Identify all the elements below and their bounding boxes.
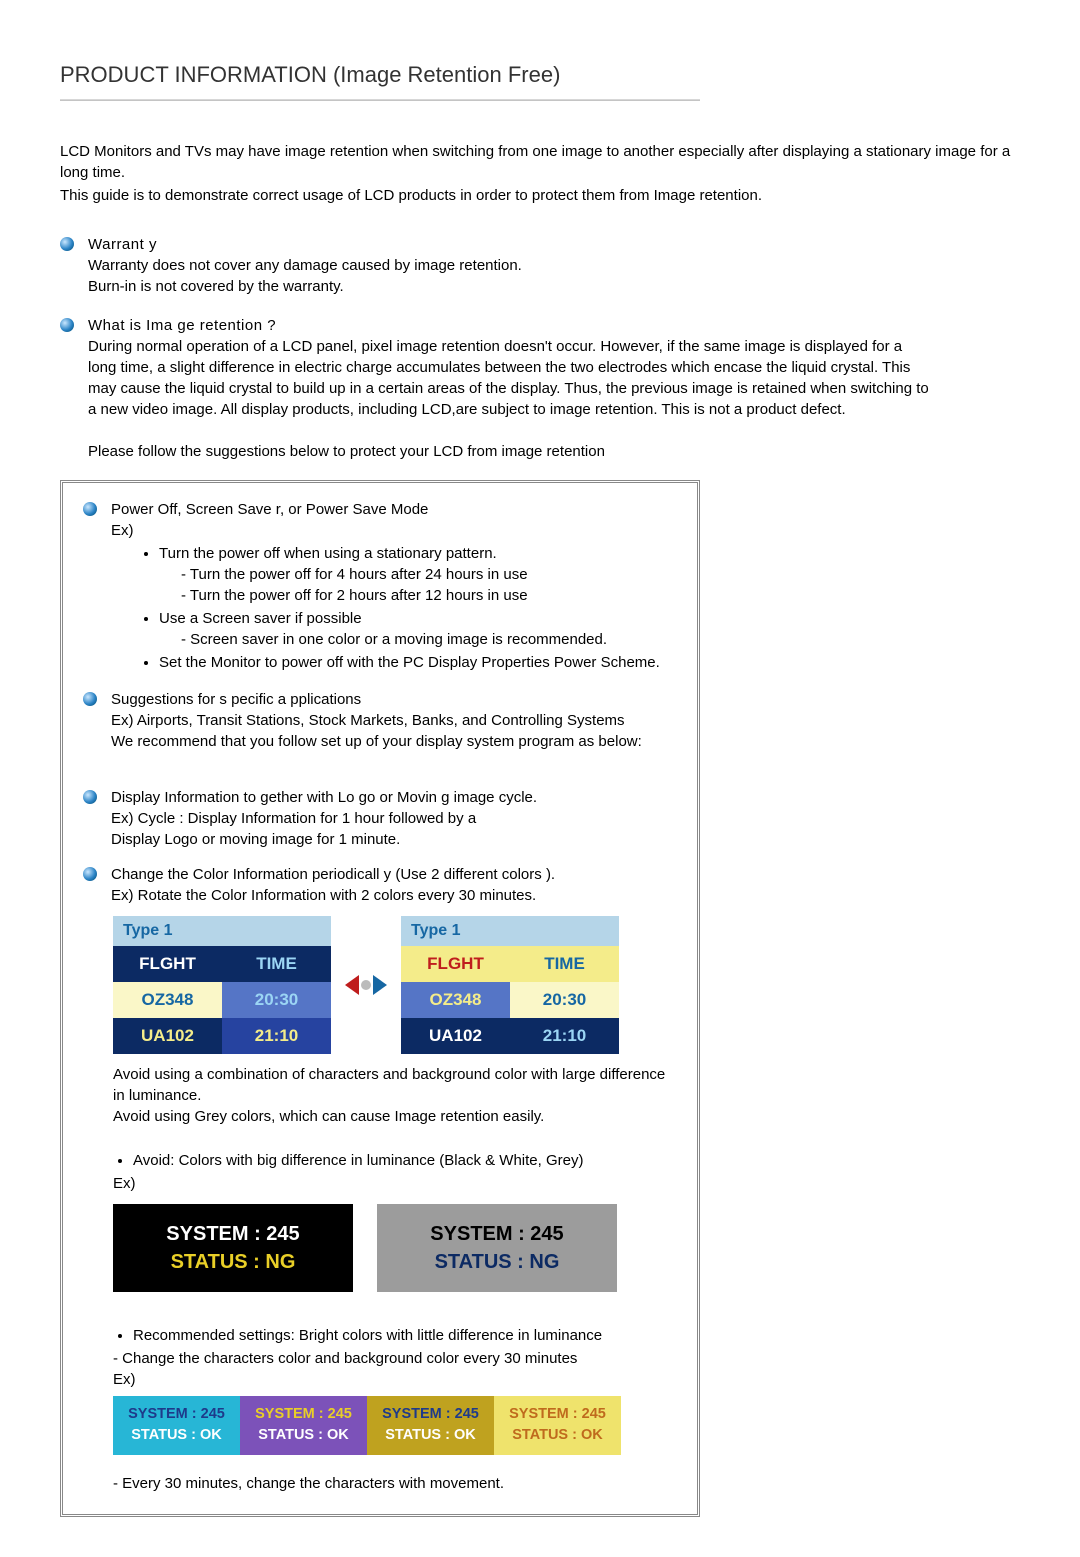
bullet-icon xyxy=(83,502,97,516)
divider xyxy=(60,99,700,101)
ok-sys: SYSTEM : 245 xyxy=(498,1404,617,1426)
cell-r2c2: 21:10 xyxy=(222,1018,331,1054)
bullet-icon xyxy=(60,237,74,251)
ok-box-4: SYSTEM : 245 STATUS : OK xyxy=(494,1396,621,1456)
cell-r1c2: 20:30 xyxy=(510,982,619,1018)
po-li1-text: Turn the power off when using a stationa… xyxy=(159,545,497,562)
warranty-line1: Warranty does not cover any damage cause… xyxy=(88,255,930,276)
status-box-black: SYSTEM : 245 STATUS : NG xyxy=(113,1204,353,1292)
suggestions-title: Suggestions for s pecific a pplications xyxy=(111,689,677,710)
suggestions-item: Suggestions for s pecific a pplications … xyxy=(83,689,677,752)
ok-sys: SYSTEM : 245 xyxy=(117,1404,236,1426)
status-sys: SYSTEM : 245 xyxy=(377,1220,617,1248)
arrow-right-icon xyxy=(373,975,387,995)
display-l1: Ex) Cycle : Display Information for 1 ho… xyxy=(111,808,677,829)
change-color-item: Change the Color Information periodicall… xyxy=(83,864,677,906)
hdr-flight: FLGHT xyxy=(113,946,222,982)
ok-row: SYSTEM : 245 STATUS : OK SYSTEM : 245 ST… xyxy=(113,1396,677,1456)
final-note: - Every 30 minutes, change the character… xyxy=(113,1473,677,1494)
cell-r2c1: UA102 xyxy=(401,1018,510,1054)
warranty-line2: Burn-in is not covered by the warranty. xyxy=(88,276,930,297)
intro-p1: LCD Monitors and TVs may have image rete… xyxy=(60,141,1020,183)
status-stat: STATUS : NG xyxy=(377,1248,617,1276)
ex-label: Ex) xyxy=(111,520,677,541)
cell-r1c2: 20:30 xyxy=(222,982,331,1018)
ok-stat: STATUS : OK xyxy=(371,1425,490,1447)
po-li2a: - Screen saver in one color or a moving … xyxy=(181,629,677,650)
ex-label: Ex) xyxy=(113,1369,677,1390)
hdr-flight: FLGHT xyxy=(401,946,510,982)
ex-label: Ex) xyxy=(113,1173,677,1194)
ok-sys: SYSTEM : 245 xyxy=(244,1404,363,1426)
power-off-item: Power Off, Screen Save r, or Power Save … xyxy=(83,499,677,675)
po-li1b: - Turn the power off for 2 hours after 1… xyxy=(181,585,677,606)
intro-p2: This guide is to demonstrate correct usa… xyxy=(60,185,1020,206)
display-title: Display Information to gether with Lo go… xyxy=(111,787,677,808)
suggestions-l1: Ex) Airports, Transit Stations, Stock Ma… xyxy=(111,710,677,731)
change-l1: Ex) Rotate the Color Information with 2 … xyxy=(111,885,677,906)
follow-suggestion: Please follow the suggestions below to p… xyxy=(88,441,930,462)
ok-sys: SYSTEM : 245 xyxy=(371,1404,490,1426)
ok-stat: STATUS : OK xyxy=(498,1425,617,1447)
rec-li: Recommended settings: Bright colors with… xyxy=(133,1325,677,1346)
type-table-right: Type 1 FLGHT TIME OZ348 20:30 UA102 21:1… xyxy=(401,916,619,1054)
bullet-icon xyxy=(83,790,97,804)
avoid-li: Avoid: Colors with big difference in lum… xyxy=(133,1150,677,1171)
po-li1a: - Turn the power off for 4 hours after 2… xyxy=(181,564,677,585)
hdr-time: TIME xyxy=(222,946,331,982)
cell-r1c1: OZ348 xyxy=(113,982,222,1018)
ok-box-3: SYSTEM : 245 STATUS : OK xyxy=(367,1396,494,1456)
po-li1: Turn the power off when using a stationa… xyxy=(159,543,677,606)
what-is-body: During normal operation of a LCD panel, … xyxy=(88,336,930,420)
change-title: Change the Color Information periodicall… xyxy=(111,864,677,885)
warranty-section: Warrant y Warranty does not cover any da… xyxy=(60,234,930,297)
warranty-title: Warrant y xyxy=(88,234,930,255)
type-label: Type 1 xyxy=(401,916,619,946)
status-box-grey: SYSTEM : 245 STATUS : NG xyxy=(377,1204,617,1292)
swap-arrows-icon xyxy=(345,975,387,995)
dot-icon xyxy=(361,980,371,990)
avoid-text: Avoid using a combination of characters … xyxy=(113,1064,677,1127)
what-is-section: What is Ima ge retention ? During normal… xyxy=(60,315,930,462)
arrow-left-icon xyxy=(345,975,359,995)
po-li2: Use a Screen saver if possible - Screen … xyxy=(159,608,677,650)
ok-stat: STATUS : OK xyxy=(244,1425,363,1447)
bullet-icon xyxy=(83,692,97,706)
po-li2-text: Use a Screen saver if possible xyxy=(159,610,362,627)
cell-r1c1: OZ348 xyxy=(401,982,510,1018)
po-li3: Set the Monitor to power off with the PC… xyxy=(159,652,677,673)
avoid-l1: Avoid using a combination of characters … xyxy=(113,1064,677,1106)
status-stat: STATUS : NG xyxy=(113,1248,353,1276)
avoid-l2: Avoid using Grey colors, which can cause… xyxy=(113,1106,677,1127)
power-off-title: Power Off, Screen Save r, or Power Save … xyxy=(111,499,677,520)
rec-sub: - Change the characters color and backgr… xyxy=(113,1348,677,1369)
bullet-icon xyxy=(60,318,74,332)
ok-box-2: SYSTEM : 245 STATUS : OK xyxy=(240,1396,367,1456)
type-table-left: Type 1 FLGHT TIME OZ348 20:30 UA102 21:1… xyxy=(113,916,331,1054)
hdr-time: TIME xyxy=(510,946,619,982)
suggestion-box: Power Off, Screen Save r, or Power Save … xyxy=(60,480,700,1517)
display-l2: Display Logo or moving image for 1 minut… xyxy=(111,829,677,850)
bullet-icon xyxy=(83,867,97,881)
type-tables-row: Type 1 FLGHT TIME OZ348 20:30 UA102 21:1… xyxy=(113,916,677,1054)
what-is-title: What is Ima ge retention ? xyxy=(88,315,930,336)
status-row: SYSTEM : 245 STATUS : NG SYSTEM : 245 ST… xyxy=(113,1204,677,1292)
intro-block: LCD Monitors and TVs may have image rete… xyxy=(60,141,1020,206)
page-title: PRODUCT INFORMATION (Image Retention Fre… xyxy=(60,60,1020,91)
suggestions-l2: We recommend that you follow set up of y… xyxy=(111,731,677,752)
cell-r2c2: 21:10 xyxy=(510,1018,619,1054)
ok-stat: STATUS : OK xyxy=(117,1425,236,1447)
display-info-item: Display Information to gether with Lo go… xyxy=(83,787,677,850)
type-label: Type 1 xyxy=(113,916,331,946)
status-sys: SYSTEM : 245 xyxy=(113,1220,353,1248)
ok-box-1: SYSTEM : 245 STATUS : OK xyxy=(113,1396,240,1456)
cell-r2c1: UA102 xyxy=(113,1018,222,1054)
